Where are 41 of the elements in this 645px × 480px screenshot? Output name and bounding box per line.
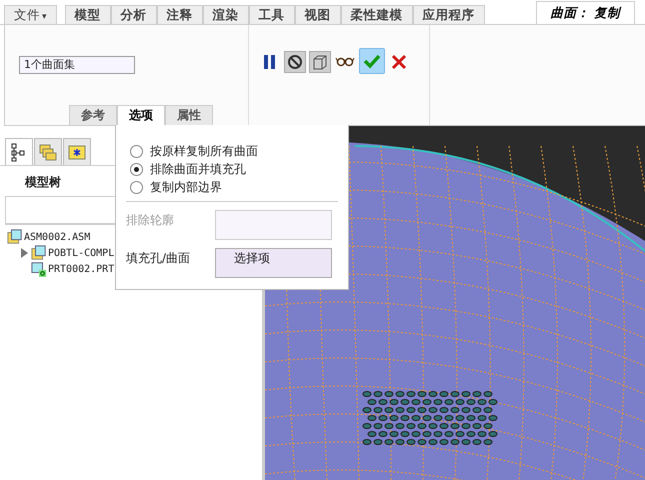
ribbon-tab[interactable]: 视图 — [294, 5, 341, 24]
navigator-tab[interactable] — [63, 138, 91, 165]
ribbon-tab[interactable]: 注释 — [156, 5, 203, 24]
folders-icon — [38, 142, 58, 162]
navigator-tab[interactable] — [5, 138, 33, 165]
prohibited-icon — [285, 52, 305, 72]
collector-field[interactable]: 选择项 — [215, 248, 332, 278]
assembly-icon — [31, 245, 47, 261]
checkmark-button[interactable] — [359, 48, 385, 74]
radio-button[interactable] — [130, 180, 143, 194]
tree-item[interactable]: POBTL-COMPL — [48, 248, 114, 258]
radio-button[interactable] — [130, 144, 143, 158]
ribbon-tab[interactable]: 曲面： 复制 — [536, 1, 635, 24]
collector-field[interactable]: 1个曲面集 — [19, 56, 135, 74]
part-icon — [31, 261, 47, 277]
tree-item[interactable]: PRT0002.PRT — [48, 264, 114, 274]
radio-button[interactable] — [130, 162, 143, 176]
assembly-icon — [7, 229, 23, 245]
ribbon-tab[interactable]: 工具 — [248, 5, 295, 24]
radio-label[interactable]: 排除曲面并填充孔 — [150, 160, 246, 178]
collector-field[interactable] — [215, 210, 332, 240]
field-label: 排除轮廓 — [126, 212, 175, 229]
ribbon-tab[interactable]: 柔性建模 — [340, 5, 413, 24]
field-label: 填充孔/曲面 — [126, 250, 192, 267]
glasses-icon — [335, 57, 355, 67]
panel-tab[interactable]: 参考 — [69, 105, 117, 125]
box-button[interactable] — [309, 51, 331, 73]
close-icon — [389, 52, 409, 72]
ribbon-tab[interactable]: 应用程序 — [412, 5, 485, 24]
radio-label[interactable]: 按原样复制所有曲面 — [150, 142, 258, 160]
ribbon-tab[interactable]: 渲染 — [202, 5, 249, 24]
caret-icon: ▾ — [42, 12, 47, 22]
panel-tab[interactable]: 属性 — [165, 105, 213, 125]
tree-item[interactable]: ASM0002.ASM — [24, 232, 90, 242]
ribbon-tab[interactable]: 模型 — [64, 5, 111, 24]
panel-title: 模型树 — [25, 174, 61, 191]
ribbon-tab[interactable]: 文件 ▾ — [4, 5, 57, 24]
panel-tab[interactable]: 选项 — [117, 105, 165, 125]
ribbon-tab[interactable]: 分析 — [110, 5, 157, 24]
prohibited-button[interactable] — [284, 51, 306, 73]
radio-label[interactable]: 复制内部边界 — [150, 178, 222, 196]
